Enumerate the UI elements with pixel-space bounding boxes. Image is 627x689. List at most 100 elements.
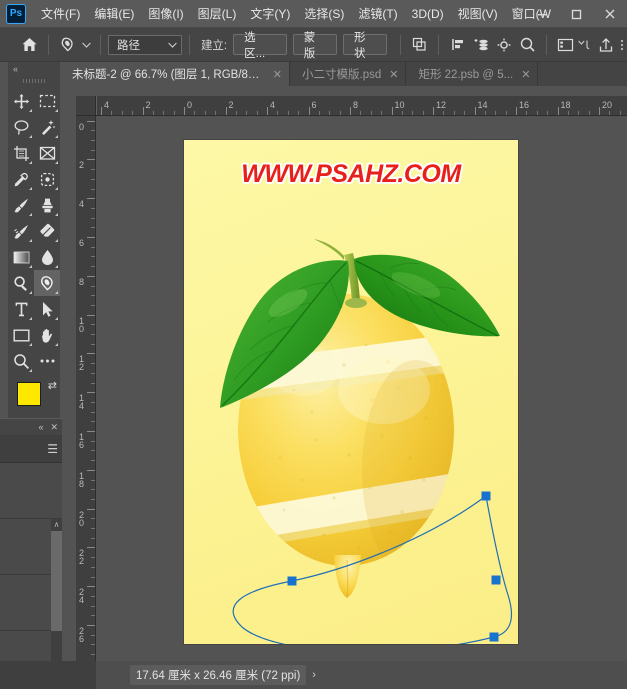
tab-close-icon[interactable]: ✕ (273, 68, 282, 81)
ruler-label: 20 (602, 100, 613, 110)
panel-close-icon[interactable]: ✕ (50, 422, 58, 433)
path-alignment-button[interactable] (446, 33, 469, 57)
toolbar-grip[interactable] (8, 76, 60, 86)
more-options-button[interactable] (617, 33, 627, 57)
chevron-down-icon (578, 40, 590, 50)
path-anchor-point (489, 632, 499, 642)
ruler-label: 18 (560, 100, 571, 110)
path-operations-button[interactable] (408, 33, 431, 57)
menu-item-image[interactable]: 图像(I) (141, 1, 190, 26)
ruler-tick (87, 353, 95, 355)
ruler-tick (87, 586, 95, 588)
lasso-tool[interactable] (8, 114, 34, 140)
blur-tool[interactable] (34, 244, 60, 270)
move-tool[interactable] (8, 88, 34, 114)
path-mode-select[interactable]: 路径 (107, 34, 182, 55)
make-mask-button[interactable]: 蒙版 (292, 32, 337, 60)
vertical-ruler[interactable]: 02468101214161820222426 (76, 116, 96, 661)
ruler-label: 6 (78, 238, 84, 248)
path-options-button[interactable] (493, 33, 516, 57)
workspace-switch-icon (558, 38, 574, 51)
frame-tool[interactable] (34, 140, 60, 166)
zoom-tool[interactable] (8, 348, 34, 374)
workspace-switch-button[interactable] (554, 33, 577, 57)
history-brush-tool[interactable] (8, 218, 34, 244)
artboard[interactable]: WWW.PSAHZ.COM (184, 140, 518, 644)
eyedropper-tool[interactable] (8, 166, 34, 192)
menu-item-type[interactable]: 文字(Y) (243, 1, 297, 26)
horizontal-type-tool[interactable] (8, 296, 34, 322)
path-arrangement-button[interactable] (470, 33, 493, 57)
type-tool-icon (15, 302, 27, 316)
make-shape-button[interactable]: 形状 (342, 32, 388, 60)
ruler-label: 4 (270, 100, 276, 110)
scrollbar-thumb[interactable] (51, 531, 62, 631)
tab-untitled-2[interactable]: 未标题-2 @ 66.7% (图层 1, RGB/8#) * ✕ (60, 62, 290, 86)
more-options-icon (620, 39, 624, 50)
path-selection-tool[interactable] (34, 296, 60, 322)
crop-tool[interactable] (8, 140, 34, 166)
panel-menu-icon[interactable]: ☰ (47, 443, 58, 455)
workspace-dropdown[interactable] (578, 33, 594, 57)
spot-healing-brush-tool[interactable] (34, 166, 60, 192)
ruler-label: 16 (519, 100, 530, 110)
active-tool-icon-button[interactable] (56, 33, 79, 57)
tool-preset-dropdown[interactable] (79, 33, 93, 57)
rectangle-tool[interactable] (8, 322, 34, 348)
tab-close-icon[interactable]: ✕ (521, 68, 530, 81)
menu-item-select[interactable]: 选择(S) (297, 1, 351, 26)
canvas-area[interactable]: WWW.PSAHZ.COM (96, 116, 627, 661)
gradient-tool[interactable] (8, 244, 34, 270)
options-bar: 路径 建立: 选区... 蒙版 形状 (0, 28, 627, 62)
hand-tool[interactable] (34, 322, 60, 348)
tab-close-icon[interactable]: ✕ (389, 68, 398, 81)
foreground-color-swatch[interactable] (17, 382, 41, 406)
toolbar-collapse-button[interactable]: « (8, 62, 60, 76)
menu-item-3d[interactable]: 3D(D) (405, 3, 451, 25)
photoshop-logo-icon: Ps (6, 3, 26, 24)
eyedropper-icon (14, 172, 28, 186)
minimize-icon (537, 13, 547, 15)
menu-item-layer[interactable]: 图层(L) (191, 1, 244, 26)
ruler-corner[interactable] (76, 96, 96, 116)
quick-selection-tool[interactable] (34, 114, 60, 140)
tab-xiaoercun-template[interactable]: 小二寸模版.psd ✕ (290, 62, 407, 86)
menu-item-filter[interactable]: 滤镜(T) (351, 1, 404, 26)
status-expand-icon[interactable]: › (312, 669, 316, 681)
ruler-tick (87, 547, 95, 549)
scroll-up-icon[interactable]: ∧ (51, 519, 62, 531)
stem-base (345, 298, 367, 308)
panel-list-item[interactable] (0, 463, 62, 519)
make-selection-button[interactable]: 选区... (233, 32, 287, 60)
horizontal-ruler[interactable]: 4 2 0 2 4 6 8 10 12 14 16 18 20 (96, 96, 627, 116)
panel-collapse-icon[interactable]: « (38, 422, 43, 432)
swap-colors-icon[interactable]: ⇄ (48, 379, 57, 392)
dodge-tool[interactable] (8, 270, 34, 296)
eraser-tool[interactable] (34, 218, 60, 244)
options-separator-1 (48, 34, 50, 55)
ruler-label: 14 (477, 100, 488, 110)
share-button[interactable] (594, 33, 617, 57)
ruler-label: 2 (145, 100, 151, 110)
rectangular-marquee-tool[interactable] (34, 88, 60, 114)
brush-tool[interactable] (8, 192, 34, 218)
clone-stamp-tool[interactable] (34, 192, 60, 218)
lemon-body (238, 294, 454, 566)
ruler-label: 20 (78, 509, 84, 528)
close-button[interactable] (593, 0, 627, 28)
home-button[interactable] (18, 33, 41, 57)
minimize-button[interactable] (525, 0, 559, 28)
ruler-tick (599, 107, 600, 115)
tab-rectangle-22[interactable]: 矩形 22.psb @ 5... ✕ (406, 62, 539, 86)
auto-add-delete-button[interactable] (516, 33, 539, 57)
ruler-label: 12 (78, 354, 84, 373)
edit-toolbar-button[interactable] (34, 348, 60, 374)
menu-item-file[interactable]: 文件(F) (34, 1, 87, 26)
ruler-label: 10 (78, 315, 84, 334)
pen-tool[interactable] (34, 270, 60, 296)
maximize-button[interactable] (559, 0, 593, 28)
menu-item-view[interactable]: 视图(V) (451, 1, 505, 26)
magic-wand-icon (41, 119, 55, 135)
ruler-tick (391, 107, 393, 115)
menu-item-edit[interactable]: 编辑(E) (87, 1, 141, 26)
